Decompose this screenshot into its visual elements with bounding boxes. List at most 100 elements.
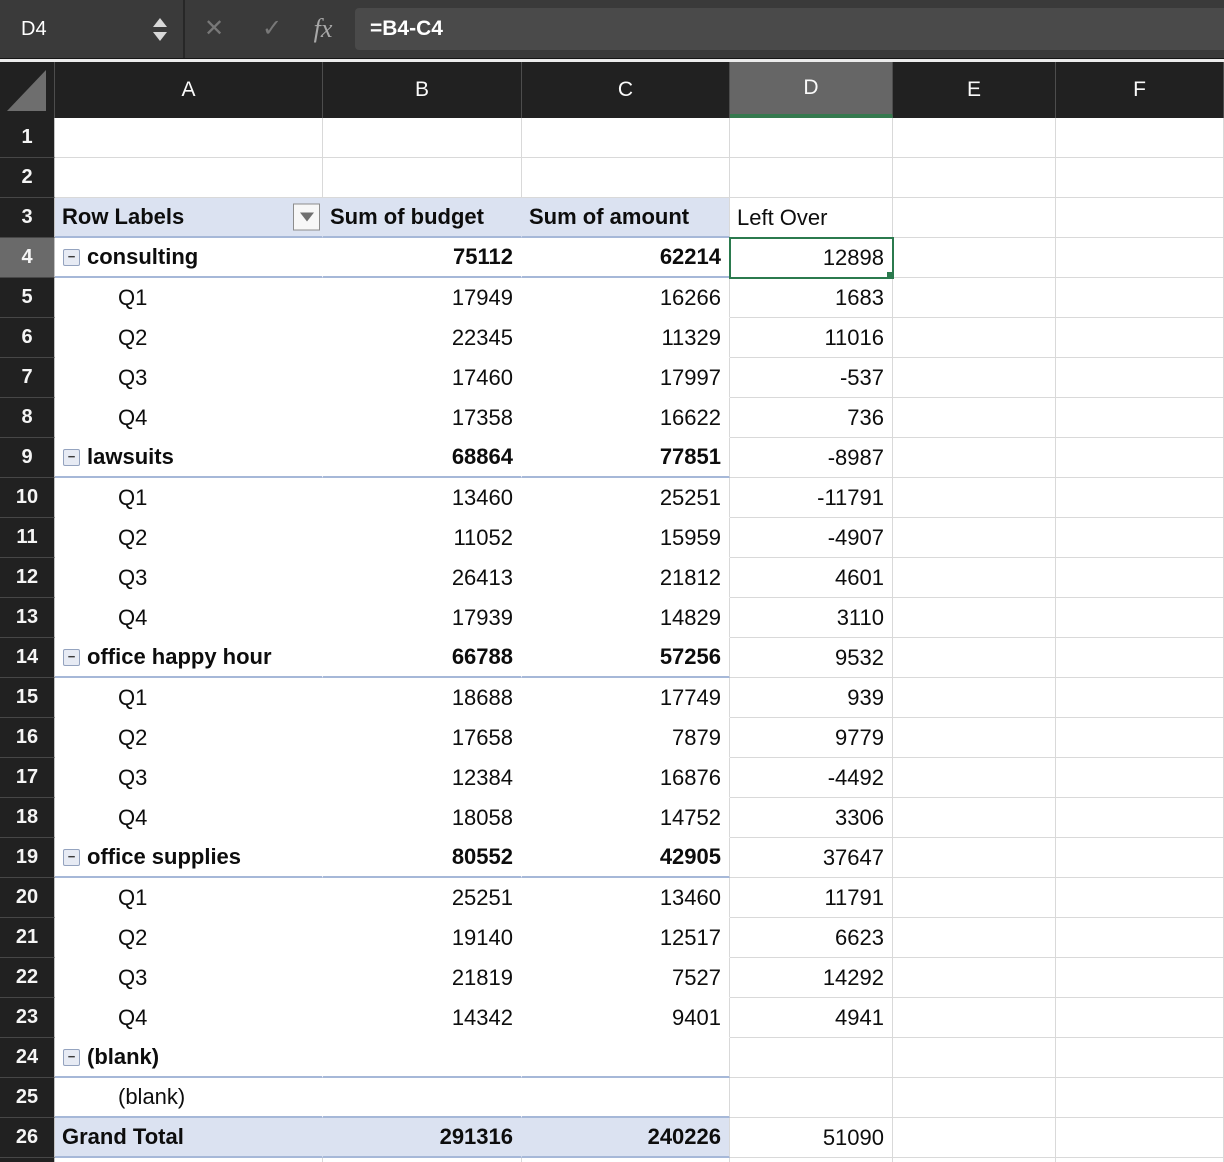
cell-A24[interactable]: −(blank): [55, 1038, 323, 1078]
cell-B20[interactable]: 25251: [323, 878, 522, 918]
cell-A17[interactable]: Q3: [55, 758, 323, 798]
cell-A1[interactable]: [55, 118, 323, 158]
cell-C11[interactable]: 15959: [522, 518, 730, 558]
cell-B14[interactable]: 66788: [323, 638, 522, 678]
cell-A10[interactable]: Q1: [55, 478, 323, 518]
cell-E9[interactable]: [893, 438, 1056, 478]
cell-D16[interactable]: 9779: [730, 718, 893, 758]
name-box[interactable]: D4: [0, 0, 151, 58]
select-all-corner[interactable]: [0, 62, 55, 118]
cell-A12[interactable]: Q3: [55, 558, 323, 598]
cell-A26[interactable]: Grand Total: [55, 1118, 323, 1158]
row-header-10[interactable]: 10: [0, 478, 55, 518]
cell-B4[interactable]: 75112: [323, 238, 522, 278]
row-header-17[interactable]: 17: [0, 758, 55, 798]
cell-E4[interactable]: [893, 238, 1056, 278]
cell-F3[interactable]: [1056, 198, 1224, 238]
cell-C25[interactable]: [522, 1078, 730, 1118]
row-header-25[interactable]: 25: [0, 1078, 55, 1118]
collapse-icon[interactable]: −: [63, 449, 80, 466]
cell-C7[interactable]: 17997: [522, 358, 730, 398]
cell-B10[interactable]: 13460: [323, 478, 522, 518]
cell-B23[interactable]: 14342: [323, 998, 522, 1038]
cell-F19[interactable]: [1056, 838, 1224, 878]
row-header-7[interactable]: 7: [0, 358, 55, 398]
column-header-F[interactable]: F: [1056, 62, 1224, 118]
collapse-icon[interactable]: −: [63, 649, 80, 666]
cell-F16[interactable]: [1056, 718, 1224, 758]
cell-E14[interactable]: [893, 638, 1056, 678]
cell-C12[interactable]: 21812: [522, 558, 730, 598]
cell-B13[interactable]: 17939: [323, 598, 522, 638]
cell-D2[interactable]: [730, 158, 893, 198]
cell-A25[interactable]: (blank): [55, 1078, 323, 1118]
cell-E8[interactable]: [893, 398, 1056, 438]
cell-A19[interactable]: −office supplies: [55, 838, 323, 878]
cell-E6[interactable]: [893, 318, 1056, 358]
cell-A6[interactable]: Q2: [55, 318, 323, 358]
row-header-9[interactable]: 9: [0, 438, 55, 478]
cell-F25[interactable]: [1056, 1078, 1224, 1118]
cell-A18[interactable]: Q4: [55, 798, 323, 838]
cell-E7[interactable]: [893, 358, 1056, 398]
cell-D17[interactable]: -4492: [730, 758, 893, 798]
cell-A16[interactable]: Q2: [55, 718, 323, 758]
cell-D26[interactable]: 51090: [730, 1118, 893, 1158]
cell-F22[interactable]: [1056, 958, 1224, 998]
cell-B25[interactable]: [323, 1078, 522, 1118]
cell-F17[interactable]: [1056, 758, 1224, 798]
cell-E24[interactable]: [893, 1038, 1056, 1078]
cell-D4[interactable]: 12898: [730, 238, 893, 278]
cell-E16[interactable]: [893, 718, 1056, 758]
cell-A2[interactable]: [55, 158, 323, 198]
column-header-C[interactable]: C: [522, 62, 730, 118]
cell-D10[interactable]: -11791: [730, 478, 893, 518]
cell-F21[interactable]: [1056, 918, 1224, 958]
row-header-4[interactable]: 4: [0, 238, 55, 278]
cell-C8[interactable]: 16622: [522, 398, 730, 438]
cell-B6[interactable]: 22345: [323, 318, 522, 358]
cell-C20[interactable]: 13460: [522, 878, 730, 918]
cell-C6[interactable]: 11329: [522, 318, 730, 358]
row-header-16[interactable]: 16: [0, 718, 55, 758]
cell-C3[interactable]: Sum of amount: [522, 198, 730, 238]
cell-F5[interactable]: [1056, 278, 1224, 318]
cell-E1[interactable]: [893, 118, 1056, 158]
cell-C10[interactable]: 25251: [522, 478, 730, 518]
cell-D5[interactable]: 1683: [730, 278, 893, 318]
spinner-up-icon[interactable]: [153, 18, 167, 27]
cell-F26[interactable]: [1056, 1118, 1224, 1158]
cell-C18[interactable]: 14752: [522, 798, 730, 838]
cell-A9[interactable]: −lawsuits: [55, 438, 323, 478]
cell-E19[interactable]: [893, 838, 1056, 878]
cell-E10[interactable]: [893, 478, 1056, 518]
cell-C26[interactable]: 240226: [522, 1118, 730, 1158]
column-header-D[interactable]: D: [730, 62, 893, 118]
cell-F8[interactable]: [1056, 398, 1224, 438]
cell-E22[interactable]: [893, 958, 1056, 998]
cell-F6[interactable]: [1056, 318, 1224, 358]
cell-B11[interactable]: 11052: [323, 518, 522, 558]
cell-A23[interactable]: Q4: [55, 998, 323, 1038]
cell-D6[interactable]: 11016: [730, 318, 893, 358]
cell-C23[interactable]: 9401: [522, 998, 730, 1038]
cell-D12[interactable]: 4601: [730, 558, 893, 598]
row-header-26[interactable]: 26: [0, 1118, 55, 1158]
cell-E3[interactable]: [893, 198, 1056, 238]
cell-D19[interactable]: 37647: [730, 838, 893, 878]
cell-F4[interactable]: [1056, 238, 1224, 278]
row-header-2[interactable]: 2: [0, 158, 55, 198]
cell-D7[interactable]: -537: [730, 358, 893, 398]
cell-E25[interactable]: [893, 1078, 1056, 1118]
cell-D23[interactable]: 4941: [730, 998, 893, 1038]
cell-A3[interactable]: Row Labels: [55, 198, 323, 238]
cell-F2[interactable]: [1056, 158, 1224, 198]
filter-button[interactable]: [293, 204, 320, 231]
cell-E5[interactable]: [893, 278, 1056, 318]
cell-C5[interactable]: 16266: [522, 278, 730, 318]
collapse-icon[interactable]: −: [63, 1049, 80, 1066]
cell-C13[interactable]: 14829: [522, 598, 730, 638]
cell-C4[interactable]: 62214: [522, 238, 730, 278]
cell-A13[interactable]: Q4: [55, 598, 323, 638]
row-header-1[interactable]: 1: [0, 118, 55, 158]
